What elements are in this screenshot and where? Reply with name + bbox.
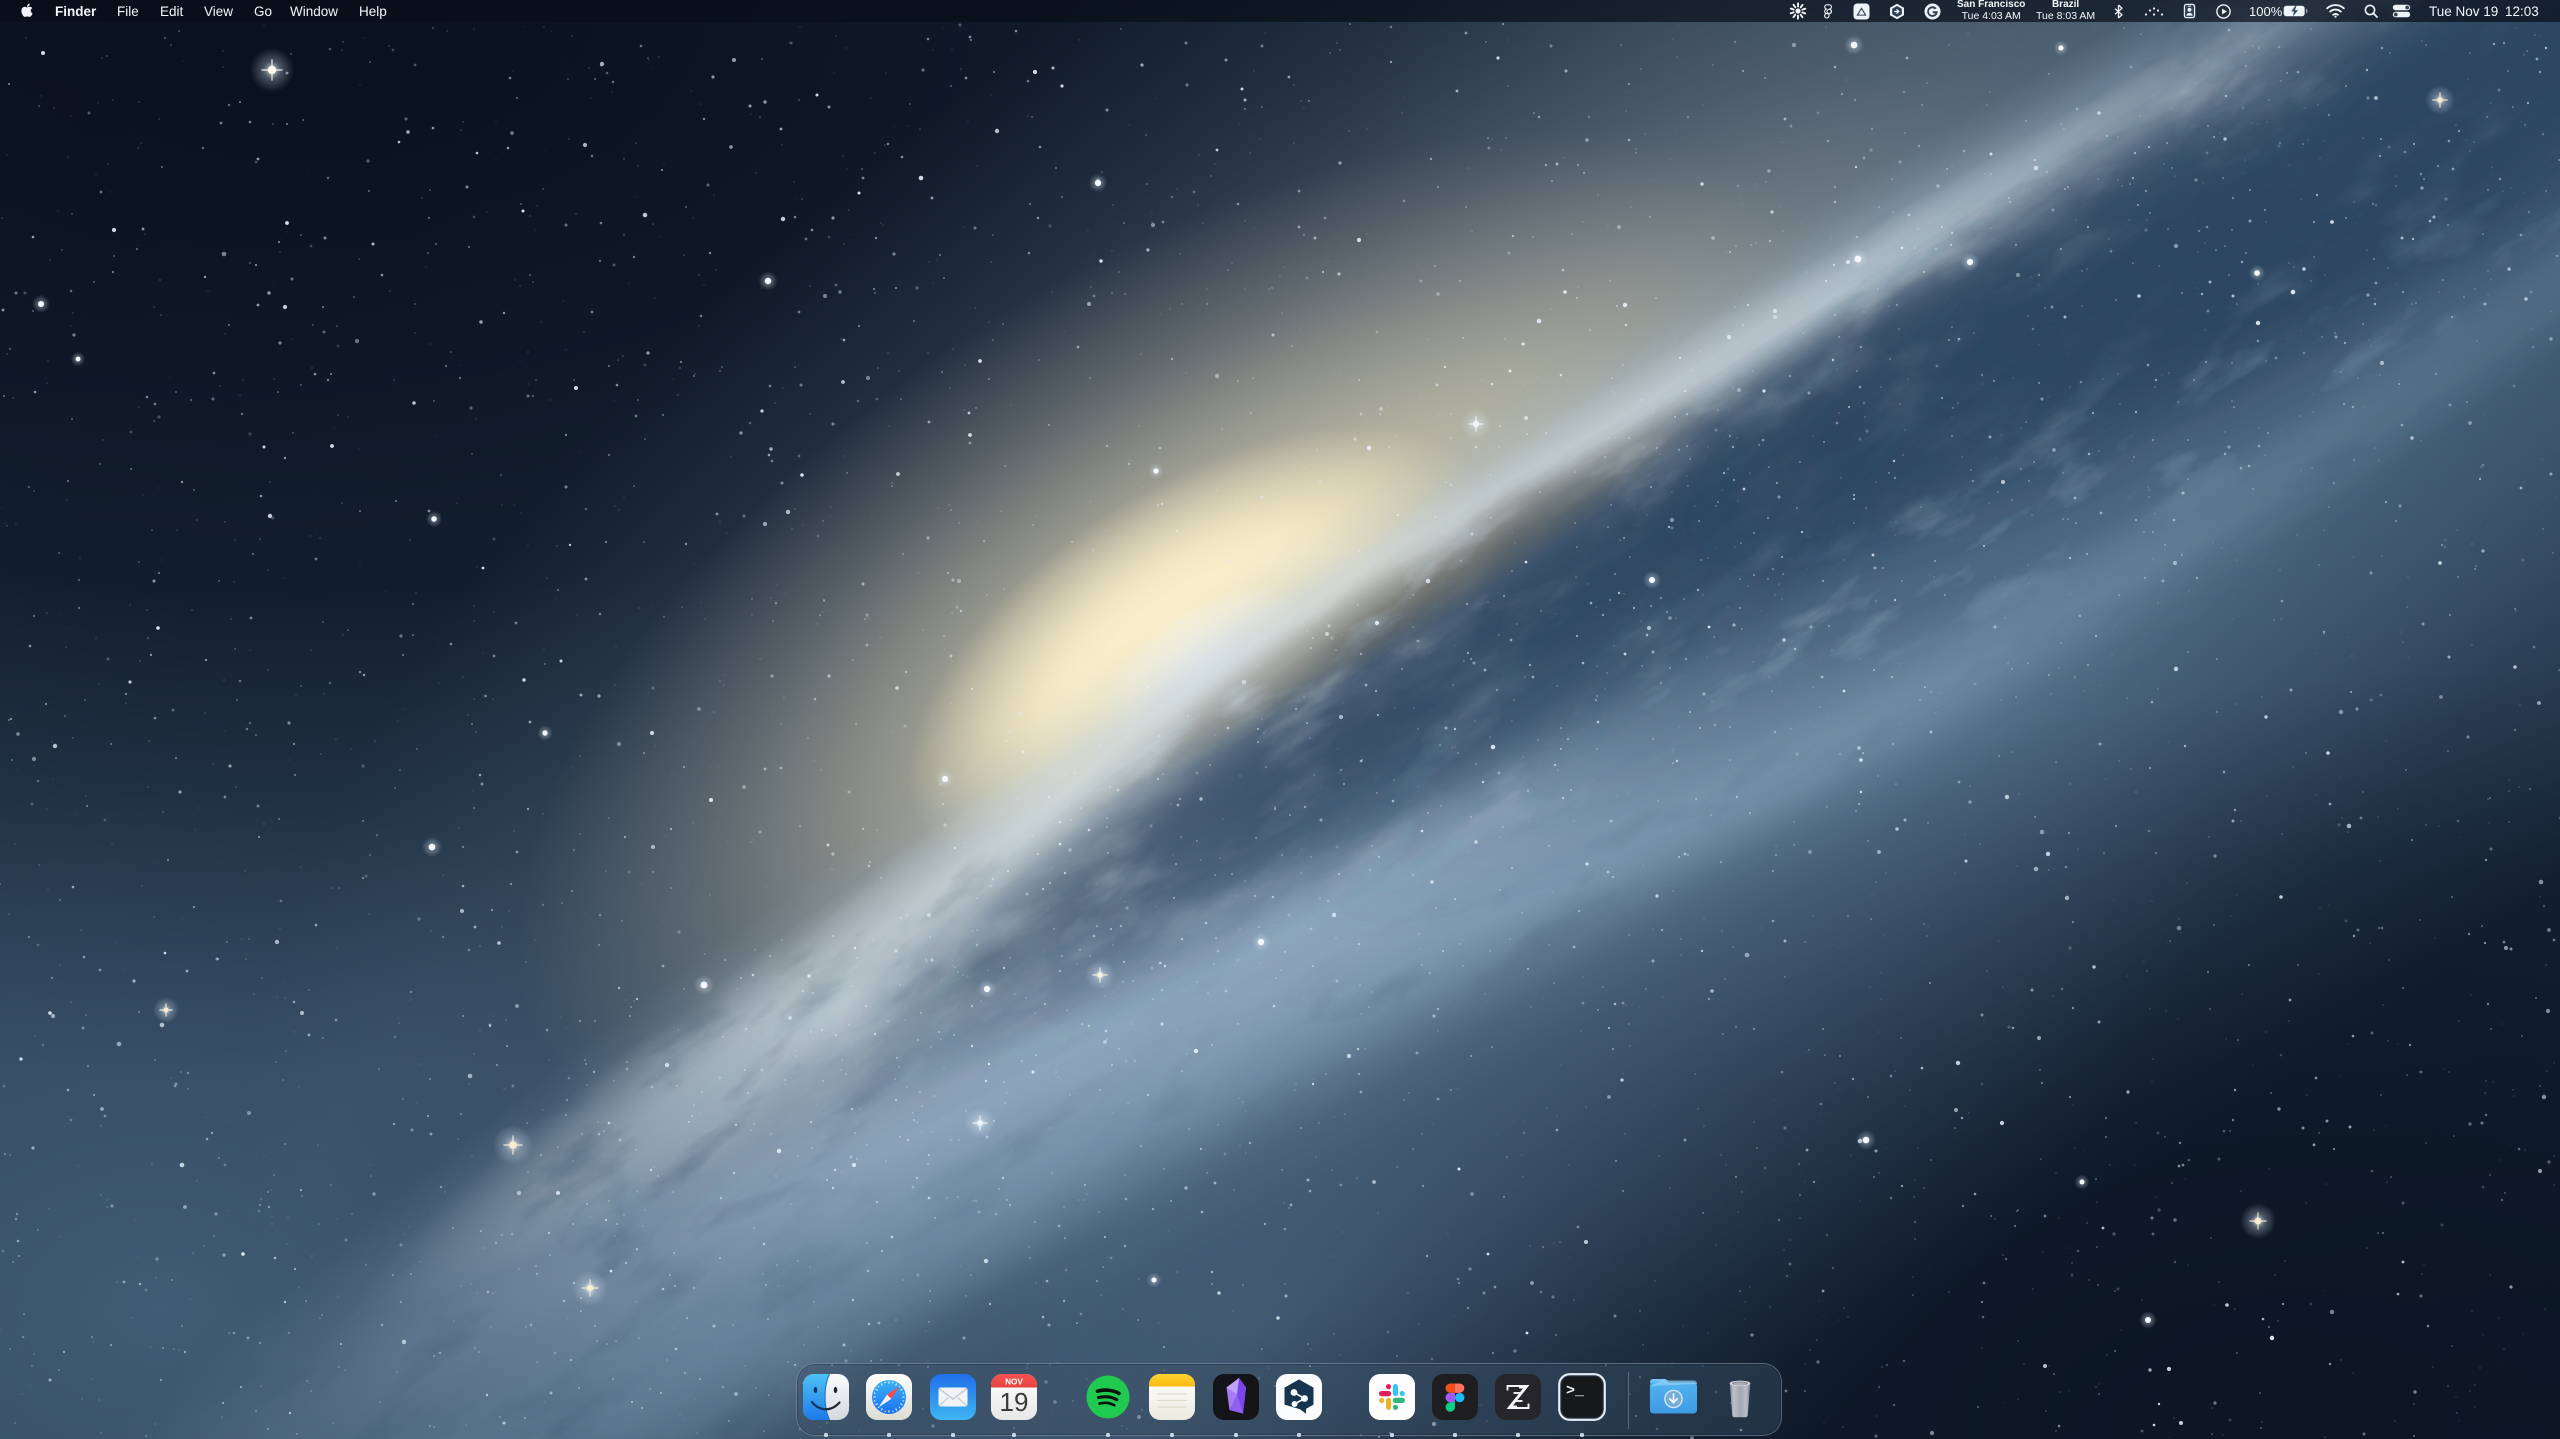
svg-text:NOV: NOV: [1005, 1378, 1023, 1387]
svg-text:19: 19: [1000, 1387, 1029, 1417]
svg-text:>_: >_: [1566, 1383, 1585, 1400]
